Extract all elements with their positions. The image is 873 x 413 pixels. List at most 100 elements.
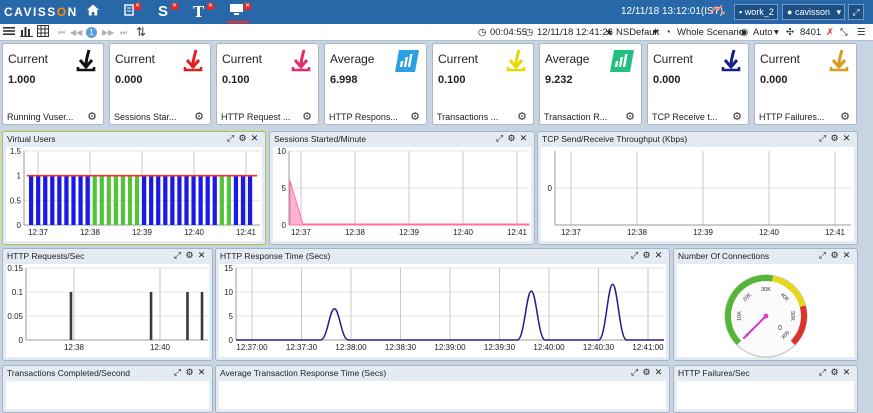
gear-icon[interactable]: ⚙ — [840, 110, 850, 123]
metric-card[interactable]: Current 0.000 TCP Receive t... ⚙ — [647, 43, 749, 125]
close-icon[interactable]: ✕ — [842, 250, 851, 261]
expand-icon[interactable]: ⤢ — [630, 250, 639, 261]
expand-icon[interactable]: ⤢ — [818, 250, 827, 261]
fullscreen-icon[interactable]: ⤡ — [840, 27, 848, 38]
expand-icon[interactable]: ⤢ — [818, 133, 827, 144]
metric-card[interactable]: Current 1.000 Running Vuser... ⚙ — [2, 43, 104, 125]
disconnect-icon[interactable]: ✗ — [826, 27, 834, 38]
panel-title: Transactions Completed/Second — [7, 368, 131, 378]
close-icon[interactable]: ✕ — [519, 133, 528, 144]
bar — [92, 175, 97, 225]
gear-icon[interactable]: ⚙ — [625, 110, 635, 123]
x-tick-label: 12:38 — [627, 228, 648, 237]
page-number-badge[interactable]: 1 — [86, 27, 97, 38]
bar — [198, 175, 203, 225]
list-icon[interactable]: ☰ — [857, 27, 866, 38]
user-menu-button[interactable]: ● cavisson ▾ — [782, 4, 845, 20]
sort-icon[interactable]: ⇅ — [136, 25, 146, 39]
metric-value: 0.000 — [653, 74, 681, 86]
metric-card[interactable]: Average 9.232 Transaction R... ⚙ — [539, 43, 642, 125]
gauge-hub — [763, 313, 769, 319]
close-badge-icon[interactable]: ✕ — [171, 3, 178, 10]
panel-transactions[interactable]: Transactions Completed/Second ⤢ ⚙ ✕ — [2, 365, 213, 413]
expand-icon[interactable]: ⤢ — [818, 367, 827, 378]
close-badge-icon[interactable]: ✕ — [134, 3, 141, 10]
star-icon[interactable]: ★ — [605, 27, 614, 38]
gear-icon[interactable]: ⚙ — [830, 133, 839, 144]
gear-icon[interactable]: ⚙ — [642, 367, 651, 378]
metric-label: Current — [438, 52, 479, 66]
gear-icon[interactable]: ⚙ — [87, 110, 97, 123]
close-icon[interactable]: ✕ — [197, 367, 206, 378]
bar-chart-icon[interactable] — [20, 25, 33, 40]
chevron-down-icon[interactable]: ▾ — [774, 27, 779, 38]
gear-icon[interactable]: ⚙ — [732, 110, 742, 123]
expand-icon[interactable]: ⤢ — [495, 133, 504, 144]
grid-icon[interactable] — [37, 25, 49, 40]
bar — [240, 175, 246, 225]
bar — [127, 175, 133, 225]
expand-icon[interactable]: ⤢ — [226, 133, 235, 144]
mode-dropdown[interactable]: Auto — [753, 27, 773, 38]
gear-icon[interactable]: ⚙ — [517, 110, 527, 123]
panel-http-failures[interactable]: HTTP Failures/Sec ⤢ ⚙ ✕ — [673, 365, 858, 413]
expand-icon[interactable]: ⤢ — [173, 250, 182, 261]
metric-label: Average — [330, 52, 375, 66]
gear-icon[interactable]: ⚙ — [642, 250, 651, 261]
gear-icon[interactable]: ⚙ — [830, 250, 839, 261]
last-page-icon[interactable]: ⏭ — [118, 27, 129, 38]
expand-icon[interactable]: ⤢ — [848, 4, 864, 20]
scenario-selector[interactable]: Whole Scenario — [677, 27, 744, 38]
x-tick-label: 12:38 — [345, 228, 366, 237]
session-icon[interactable]: S — [158, 3, 168, 21]
chart-area: 010K20K30K40K50K60K0 — [677, 264, 854, 358]
panel-http-response-time[interactable]: HTTP Response Time (Secs) ⤢ ⚙ ✕ 0 5 10 15 12:37… — [215, 248, 670, 361]
panel-http-requests[interactable]: HTTP Requests/Sec ⤢ ⚙ ✕ 0 0.05 0.1 0.15 12:38 12… — [2, 248, 213, 361]
y-tick-label: 0.5 — [10, 196, 22, 205]
user-icon: ● — [787, 7, 795, 17]
clock-icon: ◷ — [525, 27, 534, 38]
metric-name: HTTP Respons... — [329, 112, 398, 122]
close-icon[interactable]: ✕ — [197, 250, 206, 261]
first-page-icon[interactable]: ⏮ — [56, 27, 67, 38]
work-button[interactable]: ▪ work_2 — [734, 4, 778, 20]
metric-card[interactable]: Current 0.100 HTTP Request ... ⚙ — [216, 43, 319, 125]
panel-avg-transaction-time[interactable]: Average Transaction Response Time (Secs)… — [215, 365, 670, 413]
close-icon[interactable]: ✕ — [842, 133, 851, 144]
expand-icon[interactable]: ⤢ — [173, 367, 182, 378]
active-tab-indicator — [227, 21, 249, 23]
metric-card[interactable]: Current 0.100 Transactions ... ⚙ — [432, 43, 534, 125]
expand-icon[interactable]: ⤢ — [630, 367, 639, 378]
monitor-icon[interactable] — [229, 3, 245, 21]
close-icon[interactable]: ✕ — [842, 367, 851, 378]
gear-icon[interactable]: ⚙ — [185, 250, 194, 261]
text-icon[interactable]: T — [193, 3, 204, 21]
metric-value: 6.998 — [330, 74, 358, 86]
metric-card[interactable]: Current 0.000 HTTP Failures... ⚙ — [754, 43, 857, 125]
panel-connections[interactable]: Number Of Connections⤢⚙✕ 010K20K30K40K50… — [673, 248, 858, 361]
close-icon[interactable]: ✕ — [654, 367, 663, 378]
panel-virtual-users[interactable]: Virtual Users ⤢ ⚙ ✕ 0 0.5 1 1.5 12:37 12:38 12:39… — [2, 131, 266, 245]
menu-icon[interactable] — [3, 25, 15, 40]
panel-sessions[interactable]: Sessions Started/Minute ⤢ ⚙ ✕ 0 5 10 12:37 12:3… — [269, 131, 535, 245]
gear-icon[interactable]: ⚙ — [302, 110, 312, 123]
close-icon[interactable]: ✕ — [654, 250, 663, 261]
gear-icon[interactable]: ⚙ — [238, 133, 247, 144]
x-tick-label: 12:38:00 — [335, 343, 367, 352]
prev-page-icon[interactable]: ◀◀ — [70, 27, 82, 38]
close-badge-icon[interactable]: ✕ — [207, 3, 214, 10]
close-icon[interactable]: ✕ — [250, 133, 259, 144]
metric-card[interactable]: Current 0.000 Sessions Star... ⚙ — [109, 43, 211, 125]
gear-icon[interactable]: ⚙ — [185, 367, 194, 378]
home-icon[interactable] — [86, 3, 100, 21]
metric-card[interactable]: Average 6.998 HTTP Respons... ⚙ — [324, 43, 427, 125]
gear-icon[interactable]: ⚙ — [830, 367, 839, 378]
gear-icon[interactable]: ⚙ — [507, 133, 516, 144]
panel-tcp-throughput[interactable]: TCP Send/Receive Throughput (Kbps) ⤢ ⚙ ✕ 0 1… — [537, 131, 858, 245]
next-page-icon[interactable]: ▶▶ — [102, 27, 114, 38]
gear-icon[interactable]: ⚙ — [194, 110, 204, 123]
chevron-down-icon[interactable]: ▾ — [653, 27, 658, 38]
close-badge-icon[interactable]: ✕ — [244, 3, 251, 10]
gear-icon[interactable]: ⚙ — [410, 110, 420, 123]
alert-icon[interactable] — [708, 3, 726, 21]
